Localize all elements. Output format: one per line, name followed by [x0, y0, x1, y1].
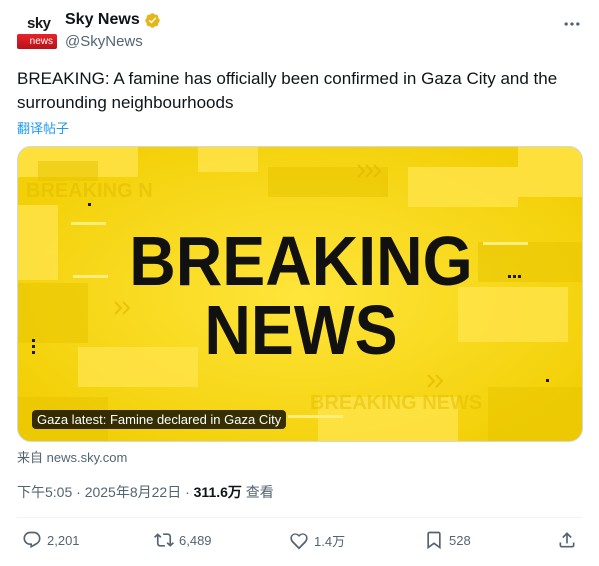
- repost-button[interactable]: 6,489: [154, 530, 212, 550]
- verified-badge-icon: [144, 12, 160, 28]
- watermark-top: BREAKING N: [26, 180, 153, 202]
- like-icon: [290, 533, 308, 550]
- share-button[interactable]: [557, 530, 577, 550]
- sky-news-avatar[interactable]: sky news: [17, 13, 57, 53]
- headline-line-1: BREAKING: [129, 223, 472, 301]
- bookmark-count: 528: [449, 532, 471, 548]
- breaking-news-image: BREAKING N BREAKING NEWS BREAKING NEWS: [18, 147, 582, 441]
- author-handle[interactable]: @SkyNews: [65, 33, 143, 50]
- link-card[interactable]: BREAKING N BREAKING NEWS BREAKING NEWS G…: [17, 146, 583, 442]
- views-label: 查看: [241, 484, 274, 500]
- avatar-logo-top: sky: [27, 15, 51, 32]
- tweet-text: BREAKING: A famine has officially been c…: [17, 69, 558, 112]
- author-name-row[interactable]: Sky News: [65, 11, 161, 29]
- bookmark-button[interactable]: 528: [424, 530, 471, 550]
- tweet-meta: 下午5:05 · 2025年8月22日 · 311.6万 查看: [17, 482, 274, 502]
- avatar-logo-bottom: news: [17, 34, 57, 49]
- reply-count: 2,201: [47, 532, 80, 548]
- card-source[interactable]: 来自 news.sky.com: [17, 447, 127, 466]
- tweet-timestamp[interactable]: 下午5:05 · 2025年8月22日 ·: [17, 484, 194, 500]
- like-count: 1.4万: [314, 533, 346, 549]
- reply-button[interactable]: 2,201: [22, 530, 80, 550]
- share-icon: [559, 532, 575, 548]
- like-button[interactable]: 1.4万: [289, 530, 345, 550]
- card-caption[interactable]: Gaza latest: Famine declared in Gaza Cit…: [32, 410, 287, 429]
- action-bar: 2,201 6,489 1.4万 528: [0, 530, 599, 556]
- author-name[interactable]: Sky News: [65, 11, 140, 29]
- view-count: 311.6万: [193, 484, 242, 500]
- repost-icon: [154, 533, 174, 547]
- watermark-bottom: BREAKING NEWS: [310, 392, 482, 414]
- bookmark-icon: [427, 531, 441, 550]
- divider: [17, 517, 582, 518]
- more-options-icon[interactable]: [562, 14, 582, 34]
- headline-line-2: NEWS: [204, 292, 397, 370]
- translate-post-link[interactable]: 翻译帖子: [17, 118, 69, 137]
- repost-count: 6,489: [179, 532, 212, 548]
- reply-icon: [23, 531, 41, 549]
